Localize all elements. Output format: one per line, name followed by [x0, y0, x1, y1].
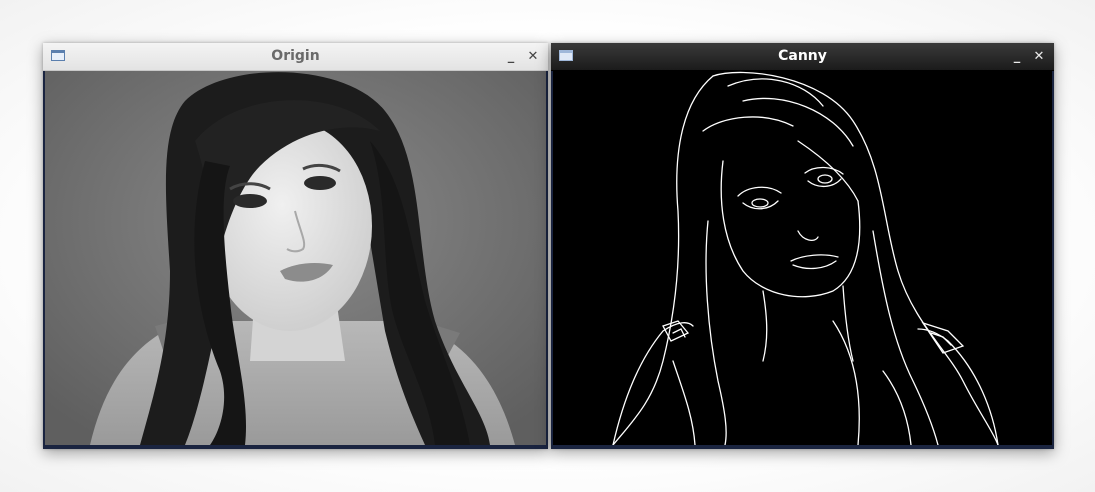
canny-edge-image — [612, 71, 999, 445]
origin-image-canvas — [45, 71, 546, 445]
canny-window-title: Canny — [778, 48, 827, 64]
close-icon[interactable]: ✕ — [1032, 43, 1046, 70]
origin-window[interactable]: Origin _ ✕ — [43, 43, 548, 449]
origin-titlebar[interactable]: Origin _ ✕ — [43, 43, 548, 71]
canny-window[interactable]: Canny _ ✕ — [551, 43, 1054, 449]
close-icon[interactable]: ✕ — [526, 43, 540, 70]
origin-window-title: Origin — [271, 48, 320, 64]
minimize-icon[interactable]: _ — [504, 43, 518, 70]
canny-titlebar[interactable]: Canny _ ✕ — [551, 43, 1054, 71]
grayscale-portrait-image — [45, 71, 546, 445]
canny-image-canvas — [553, 71, 1052, 445]
minimize-icon[interactable]: _ — [1010, 43, 1024, 70]
